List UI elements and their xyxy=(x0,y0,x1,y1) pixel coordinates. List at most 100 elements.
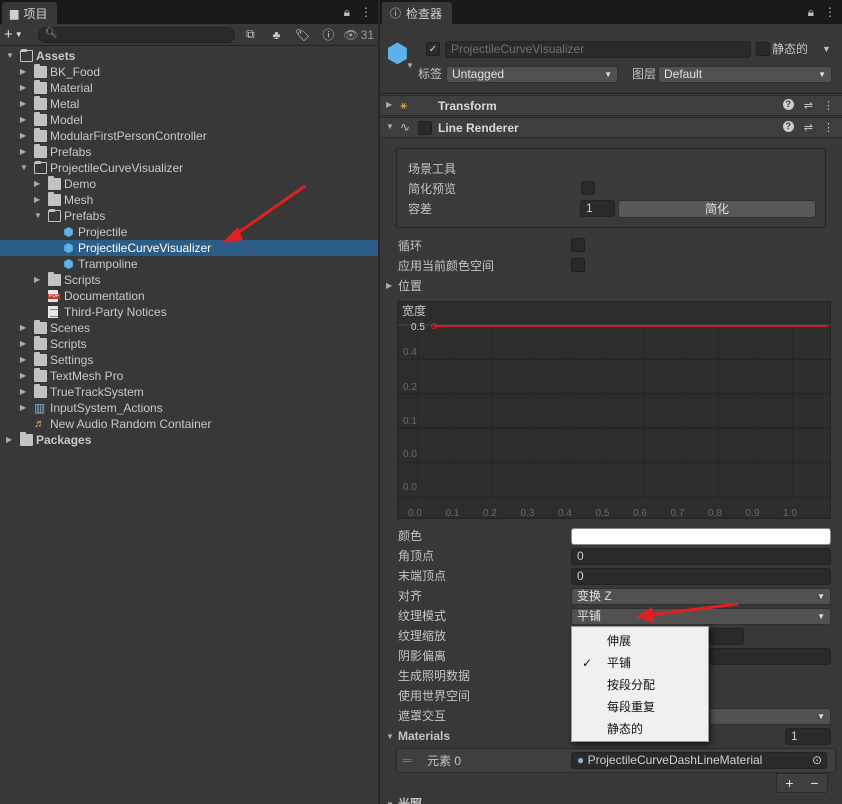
tree-row[interactable]: ▶ TextMesh Pro xyxy=(0,368,378,384)
texture-mode-dropdown[interactable]: 平铺 ▼ xyxy=(571,608,831,625)
layer-dropdown[interactable]: Default ▼ xyxy=(658,66,832,83)
more-menu-icon[interactable]: ⋮ xyxy=(823,121,834,134)
tree-row[interactable]: ▼ Prefabs xyxy=(0,208,378,224)
tolerance-field[interactable]: 1 xyxy=(580,200,615,217)
tree-row[interactable]: ▶ Settings xyxy=(0,352,378,368)
color-space-checkbox[interactable] xyxy=(571,258,585,272)
expand-arrow-icon[interactable]: ▶ xyxy=(20,352,26,368)
hidden-packages-toggle[interactable]: 👁︎ 31 xyxy=(343,28,374,42)
tag-dropdown[interactable]: Untagged ▼ xyxy=(446,66,618,83)
tree-row[interactable]: Documentation xyxy=(0,288,378,304)
tree-row[interactable]: ♬ New Audio Random Container xyxy=(0,416,378,432)
transform-header[interactable]: ▶ ⚹ Transform ? ⇌ ⋮ xyxy=(380,95,842,116)
tree-row[interactable]: ▶ Packages xyxy=(0,432,378,448)
simplify-preview-checkbox[interactable] xyxy=(581,181,595,195)
preset-icon[interactable]: ⇌ xyxy=(804,121,813,134)
tree-row[interactable]: ▶ Mesh xyxy=(0,192,378,208)
search-by-type-button[interactable]: ⧉ xyxy=(239,26,261,44)
expand-arrow-icon[interactable]: ▶ xyxy=(20,144,26,160)
tab-project[interactable]: ▆ 项目 xyxy=(2,2,58,24)
lock-icon[interactable]: 🔒︎ xyxy=(808,5,814,20)
expand-arrow-icon[interactable]: ▶ xyxy=(20,368,26,384)
width-curve-editor[interactable]: 宽度 0.0 0.0 0.1 0.2 0.4 0.5 0.0 0.1 0.2 0.3 0.4 0.5 0… xyxy=(397,301,832,520)
object-picker-icon[interactable]: ⊙ xyxy=(812,753,822,768)
expand-arrow-icon[interactable]: ▶ xyxy=(34,272,40,288)
shadow-bias-field[interactable] xyxy=(709,648,831,665)
corner-vertices-field[interactable]: 0 xyxy=(571,548,831,565)
lighting-label[interactable]: 光照 xyxy=(398,796,422,804)
create-button[interactable]: + ▼ xyxy=(4,26,34,43)
help-icon[interactable]: ? xyxy=(782,121,794,132)
expand-arrow-icon[interactable]: ▶ xyxy=(6,432,12,448)
search-input[interactable]: 🔍︎ xyxy=(38,26,236,43)
material-object-field[interactable]: ● ProjectileCurveDashLineMaterial ⊙ xyxy=(571,752,827,769)
tree-row[interactable]: ▶ Scripts xyxy=(0,336,378,352)
search-by-label-button[interactable]: ♣ xyxy=(265,26,287,44)
line-renderer-header[interactable]: ▼ ∿ Line Renderer ? ⇌ ⋮ xyxy=(380,117,842,138)
tree-row[interactable]: ▶ Scripts xyxy=(0,272,378,288)
materials-arrow-icon[interactable]: ▼ xyxy=(386,729,394,745)
object-name-field[interactable]: ProjectileCurveVisualizer xyxy=(445,41,751,58)
expand-arrow-icon[interactable]: ▶ xyxy=(20,112,26,128)
texture-scale-y-field[interactable] xyxy=(709,628,744,645)
materials-count-field[interactable]: 1 xyxy=(785,728,831,745)
tree-row[interactable]: ▶ ▥ InputSystem_Actions xyxy=(0,400,378,416)
collapse-arrow-icon[interactable]: ▼ xyxy=(34,208,42,224)
texture-mode-option[interactable]: 伸展 xyxy=(572,630,708,652)
tree-row[interactable]: ▼ Assets xyxy=(0,48,378,64)
lighting-arrow-icon[interactable]: ▼ xyxy=(386,797,394,804)
tree-row[interactable]: ▶ Material xyxy=(0,80,378,96)
simplify-button[interactable]: 简化 xyxy=(618,200,816,218)
tree-row[interactable]: ⬢ ProjectileCurveVisualizer xyxy=(0,240,378,256)
tree-row[interactable]: ▶ ModularFirstPersonController xyxy=(0,128,378,144)
active-checkbox[interactable]: ✓ xyxy=(426,42,440,56)
expand-arrow-icon[interactable]: ▶ xyxy=(20,400,26,416)
positions-label[interactable]: 位置 xyxy=(398,278,422,294)
tree-row[interactable]: ▶ Demo xyxy=(0,176,378,192)
log-button[interactable]: ⓘ xyxy=(317,26,339,44)
more-menu-icon[interactable]: ⋮ xyxy=(824,5,836,20)
tab-inspector[interactable]: ⓘ 检查器 xyxy=(382,2,453,24)
tree-row[interactable]: ▶ Prefabs xyxy=(0,144,378,160)
collapse-arrow-icon[interactable]: ▼ xyxy=(386,122,394,131)
expand-arrow-icon[interactable]: ▶ xyxy=(20,64,26,80)
expand-arrow-icon[interactable]: ▶ xyxy=(20,80,26,96)
remove-element-button[interactable]: − xyxy=(810,775,818,791)
tree-row[interactable]: ▶ Metal xyxy=(0,96,378,112)
expand-arrow-icon[interactable]: ▶ xyxy=(34,192,40,208)
positions-arrow-icon[interactable]: ▶ xyxy=(386,278,392,294)
expand-arrow-icon[interactable]: ▶ xyxy=(20,384,26,400)
collapse-arrow-icon[interactable]: ▼ xyxy=(6,48,14,64)
help-icon[interactable]: ? xyxy=(782,99,794,110)
expand-arrow-icon[interactable]: ▶ xyxy=(20,336,26,352)
color-swatch[interactable] xyxy=(571,528,831,545)
tree-row[interactable]: ▶ Scenes xyxy=(0,320,378,336)
tree-row[interactable]: ⬢ Projectile xyxy=(0,224,378,240)
end-cap-vertices-field[interactable]: 0 xyxy=(571,568,831,585)
collapse-arrow-icon[interactable]: ▼ xyxy=(20,160,28,176)
drag-handle-icon[interactable]: ═ xyxy=(403,753,412,767)
expand-arrow-icon[interactable]: ▶ xyxy=(20,96,26,112)
static-checkbox[interactable] xyxy=(756,42,770,56)
texture-mode-option[interactable]: 静态的 xyxy=(572,718,708,740)
tree-row[interactable]: ▶ TrueTrackSystem xyxy=(0,384,378,400)
alignment-dropdown[interactable]: 变换 Z ▼ xyxy=(571,588,831,605)
expand-arrow-icon[interactable]: ▶ xyxy=(20,320,26,336)
texture-mode-option[interactable]: ✓ 平铺 xyxy=(572,652,708,674)
width-curve-chart[interactable]: 0.0 0.0 0.1 0.2 0.4 0.5 0.0 0.1 0.2 0.3 0.4 0.5 0.6 0… xyxy=(398,302,832,520)
more-menu-icon[interactable]: ⋮ xyxy=(360,5,372,20)
texture-mode-option[interactable]: 按段分配 xyxy=(572,674,708,696)
add-element-button[interactable]: + xyxy=(785,775,793,791)
tree-row[interactable]: ⬢ Trampoline xyxy=(0,256,378,272)
tree-row[interactable]: ▼ ProjectileCurveVisualizer xyxy=(0,160,378,176)
mask-interaction-dropdown[interactable]: ▼ xyxy=(709,708,831,725)
expand-arrow-icon[interactable]: ▶ xyxy=(34,176,40,192)
loop-checkbox[interactable] xyxy=(571,238,585,252)
line-renderer-enabled-checkbox[interactable] xyxy=(418,121,432,135)
search-by-tag-button[interactable]: 🏷︎ xyxy=(291,26,313,44)
texture-mode-option[interactable]: 每段重复 xyxy=(572,696,708,718)
chevron-down-icon[interactable]: ▼ xyxy=(406,61,414,70)
tree-row[interactable]: ▶ Model xyxy=(0,112,378,128)
expand-arrow-icon[interactable]: ▶ xyxy=(20,128,26,144)
tree-row[interactable]: ▶ BK_Food xyxy=(0,64,378,80)
